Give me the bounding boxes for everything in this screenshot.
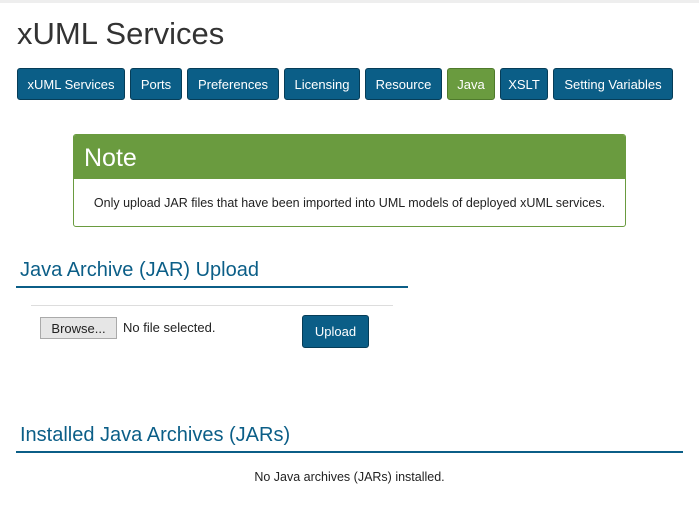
tab-ports[interactable]: Ports xyxy=(130,68,182,100)
installed-heading-divider xyxy=(16,451,683,453)
upload-button[interactable]: Upload xyxy=(302,315,369,348)
note-title: Note xyxy=(74,135,625,179)
tab-xuml-services[interactable]: xUML Services xyxy=(17,68,125,100)
upload-heading-divider xyxy=(16,286,408,288)
browse-button[interactable]: Browse... xyxy=(40,317,117,339)
divider xyxy=(31,305,393,306)
note-text: Only upload JAR files that have been imp… xyxy=(93,196,606,210)
upload-heading: Java Archive (JAR) Upload xyxy=(20,259,259,281)
tab-java[interactable]: Java xyxy=(447,68,495,100)
file-status: No file selected. xyxy=(123,320,216,335)
installed-heading: Installed Java Archives (JARs) xyxy=(20,424,291,446)
tab-xslt[interactable]: XSLT xyxy=(500,68,548,100)
tab-setting-variables[interactable]: Setting Variables xyxy=(553,68,673,100)
tab-preferences[interactable]: Preferences xyxy=(187,68,279,100)
empty-state-text: No Java archives (JARs) installed. xyxy=(254,470,445,484)
tab-licensing[interactable]: Licensing xyxy=(284,68,360,100)
note-panel: Note Only upload JAR files that have bee… xyxy=(73,134,626,227)
page-title: xUML Services xyxy=(17,16,225,51)
top-bar xyxy=(0,0,699,3)
tab-resource[interactable]: Resource xyxy=(365,68,442,100)
